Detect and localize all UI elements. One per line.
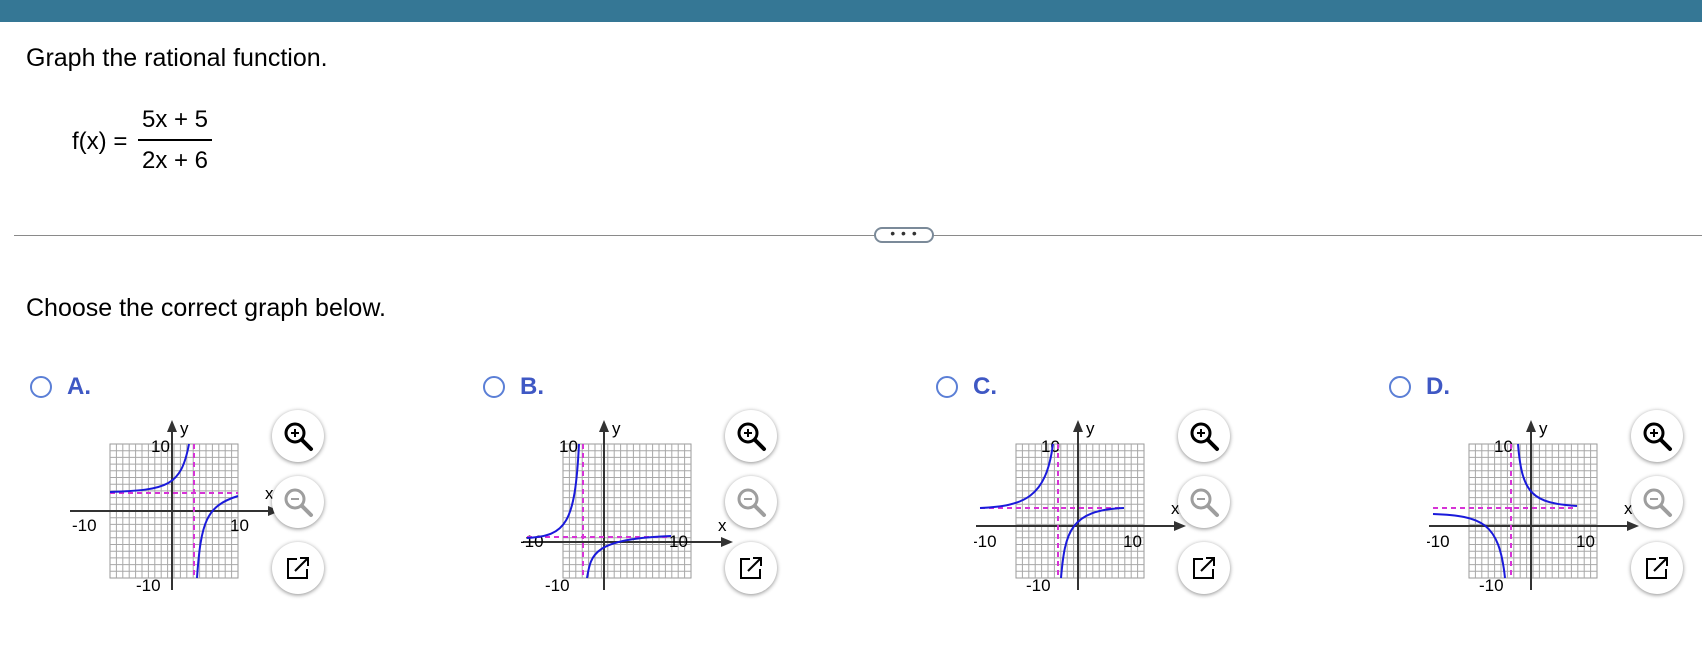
y-axis-arrow-icon	[1073, 420, 1083, 432]
zoom-in-icon	[284, 422, 313, 451]
option-a[interactable]: A. y x 10 -10 -10 10	[30, 370, 350, 610]
question-prompt: Graph the rational function.	[26, 44, 328, 72]
graph-option-a: y x 10 -10 -10 10	[70, 419, 280, 595]
x-min-label: -10	[521, 532, 544, 551]
open-new-window-icon	[740, 557, 762, 579]
function-label: f(x) =	[72, 128, 128, 155]
zoom-out-button[interactable]	[1178, 476, 1230, 528]
graph-option-b: y x 10 -10 -10 10	[521, 419, 733, 595]
y-axis-arrow-icon	[1526, 420, 1536, 432]
x-axis-arrow-icon	[721, 537, 733, 547]
option-d[interactable]: D. y x 10 -10 -10 10	[1389, 370, 1702, 610]
x-max-label: 10	[230, 516, 249, 535]
zoom-in-icon	[1643, 422, 1672, 451]
fraction-bar	[138, 139, 212, 141]
y-max-label: 10	[559, 437, 578, 456]
zoom-out-icon	[284, 488, 313, 517]
expand-button[interactable]: • • •	[874, 226, 934, 243]
option-b[interactable]: B. y x 10 -10 -10 10	[483, 370, 803, 610]
option-b-letter: B.	[520, 373, 544, 400]
y-min-label: -10	[1479, 576, 1504, 595]
zoom-in-button[interactable]	[1178, 410, 1230, 462]
y-min-label: -10	[545, 576, 570, 595]
y-axis-label: y	[1086, 419, 1095, 438]
numerator: 5x + 5	[141, 106, 209, 133]
zoom-out-button[interactable]	[725, 476, 777, 528]
function-fraction: 5x + 5 2x + 6	[138, 105, 212, 176]
zoom-out-icon	[737, 488, 766, 517]
instruction-text: Choose the correct graph below.	[26, 294, 386, 322]
option-c-letter: C.	[973, 373, 997, 400]
graph-option-d: y x 10 -10 -10 10	[1427, 419, 1639, 595]
y-axis-arrow-icon	[167, 420, 177, 432]
radio-option-d[interactable]	[1389, 376, 1411, 398]
top-header-bar	[0, 0, 1702, 22]
x-axis-arrow-icon	[1627, 521, 1639, 531]
option-a-letter: A.	[67, 373, 91, 400]
open-new-window-button[interactable]	[1178, 542, 1230, 594]
graph-option-c: y x 10 -10 -10 10	[974, 419, 1186, 595]
y-axis-label: y	[180, 419, 189, 438]
y-max-label: 10	[151, 437, 170, 456]
graph-grid	[1015, 443, 1145, 579]
denominator: 2x + 6	[141, 147, 209, 174]
y-axis-label: y	[1539, 419, 1548, 438]
zoom-in-icon	[737, 422, 766, 451]
zoom-in-button[interactable]	[272, 410, 324, 462]
y-min-label: -10	[136, 576, 161, 595]
zoom-out-button[interactable]	[272, 476, 324, 528]
zoom-out-icon	[1190, 488, 1219, 517]
y-axis-arrow-icon	[599, 420, 609, 432]
radio-option-a[interactable]	[30, 376, 52, 398]
zoom-out-icon	[1643, 488, 1672, 517]
option-d-letter: D.	[1426, 373, 1450, 400]
y-axis-label: y	[612, 419, 621, 438]
zoom-in-button[interactable]	[1631, 410, 1683, 462]
y-min-label: -10	[1026, 576, 1051, 595]
x-max-label: 10	[1576, 532, 1595, 551]
graph-grid	[1468, 443, 1598, 579]
open-new-window-button[interactable]	[1631, 542, 1683, 594]
option-c[interactable]: C. y x 10 -10 -10 10	[936, 370, 1256, 610]
zoom-in-button[interactable]	[725, 410, 777, 462]
x-max-label: 10	[1123, 532, 1142, 551]
x-max-label: 10	[669, 532, 688, 551]
open-new-window-icon	[1646, 557, 1668, 579]
radio-option-b[interactable]	[483, 376, 505, 398]
open-new-window-button[interactable]	[725, 542, 777, 594]
open-new-window-icon	[287, 557, 309, 579]
open-new-window-icon	[1193, 557, 1215, 579]
x-min-label: -10	[974, 532, 997, 551]
x-axis-label: x	[718, 516, 727, 535]
open-new-window-button[interactable]	[272, 542, 324, 594]
x-min-label: -10	[72, 516, 97, 535]
zoom-in-icon	[1190, 422, 1219, 451]
x-min-label: -10	[1427, 532, 1450, 551]
x-axis-arrow-icon	[1174, 521, 1186, 531]
section-divider	[14, 235, 1702, 236]
zoom-out-button[interactable]	[1631, 476, 1683, 528]
radio-option-c[interactable]	[936, 376, 958, 398]
